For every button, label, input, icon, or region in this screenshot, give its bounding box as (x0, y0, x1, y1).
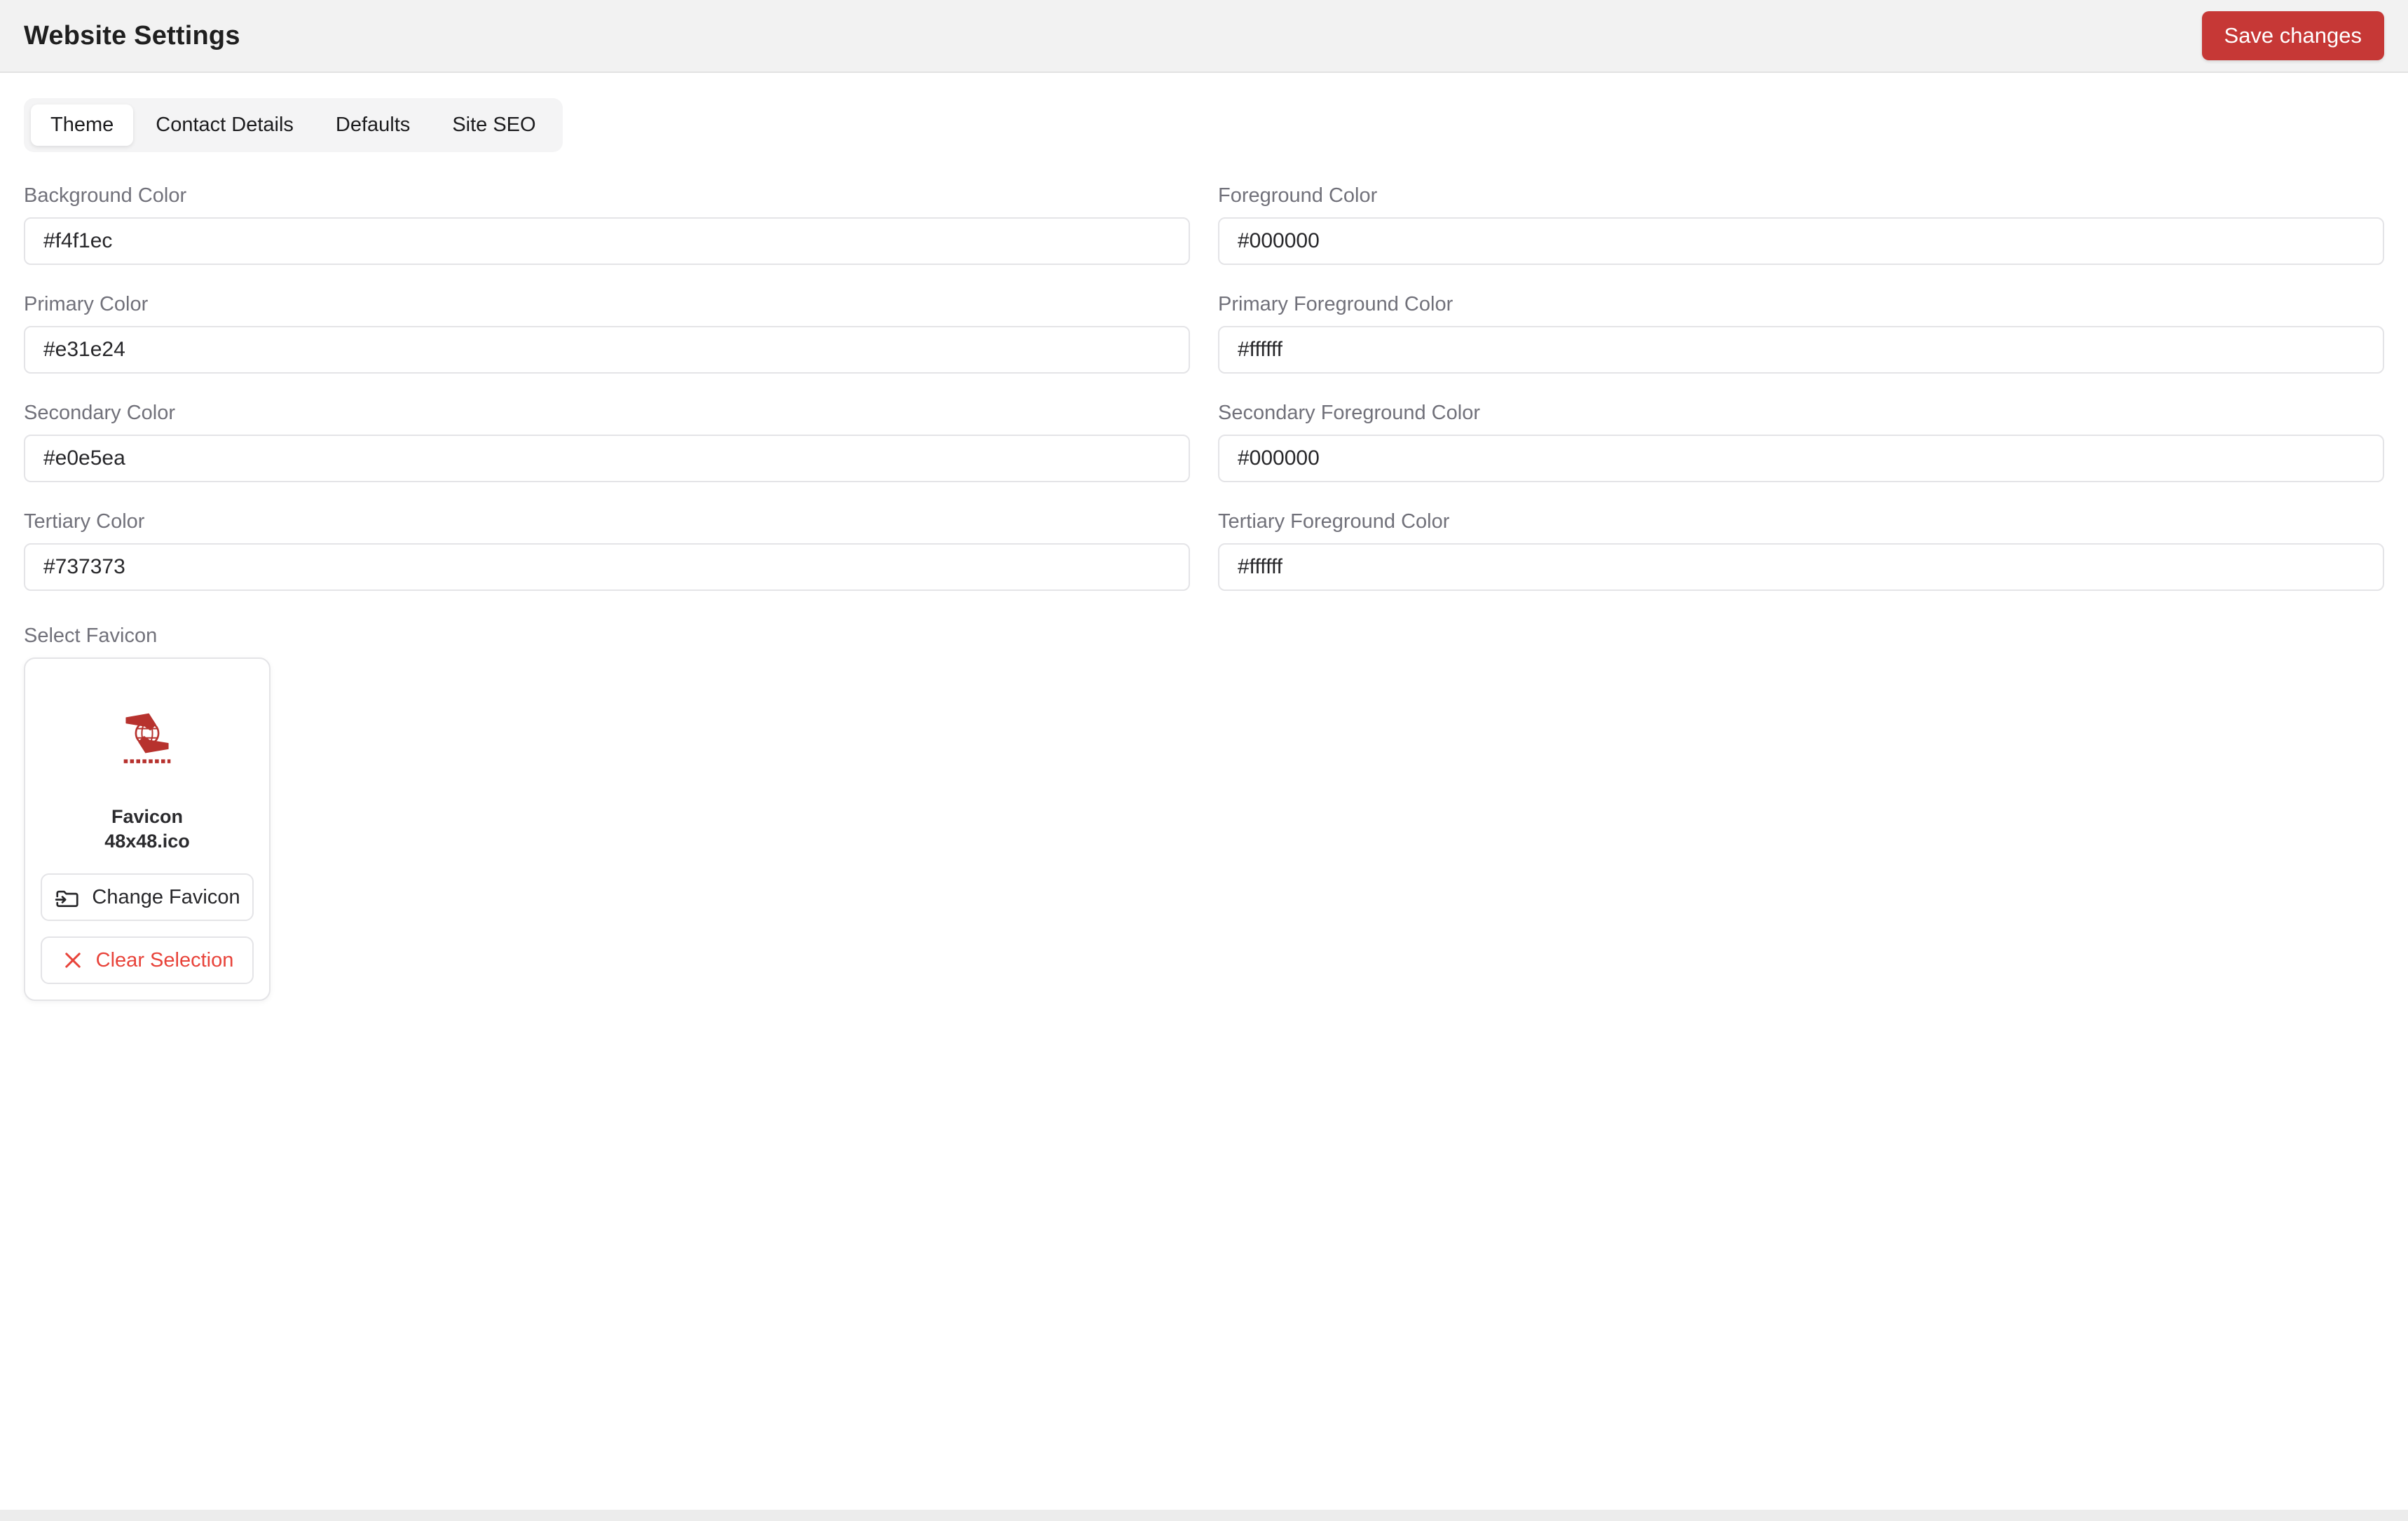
foreground-color-input[interactable] (1218, 217, 2384, 265)
field-tertiary-color: Tertiary Color (24, 510, 1190, 591)
secondary-color-label: Secondary Color (24, 402, 175, 424)
website-settings-page: Website Settings Save changes Theme Cont… (0, 0, 2408, 1510)
primary-foreground-color-label: Primary Foreground Color (1218, 293, 1453, 315)
secondary-foreground-color-input[interactable] (1218, 435, 2384, 482)
red-globe-ribbon-logo (123, 713, 171, 763)
primary-foreground-color-input[interactable] (1218, 326, 2384, 374)
background-color-input[interactable] (24, 217, 1190, 265)
tertiary-foreground-color-input[interactable] (1218, 543, 2384, 591)
tertiary-color-input[interactable] (24, 543, 1190, 591)
field-secondary-foreground-color: Secondary Foreground Color (1218, 402, 2384, 482)
tab-defaults[interactable]: Defaults (316, 104, 430, 146)
tab-theme[interactable]: Theme (31, 104, 134, 146)
change-favicon-button[interactable]: Change Favicon (41, 873, 254, 921)
field-background-color: Background Color (24, 184, 1190, 265)
folder-move-icon (54, 884, 81, 910)
primary-color-input[interactable] (24, 326, 1190, 374)
clear-selection-button[interactable]: Clear Selection (41, 936, 254, 984)
foreground-color-label: Foreground Color (1218, 184, 1378, 207)
field-secondary-color: Secondary Color (24, 402, 1190, 482)
tab-contact-details[interactable]: Contact Details (136, 104, 313, 146)
favicon-file-name-line1: Favicon (111, 806, 184, 827)
field-primary-color: Primary Color (24, 293, 1190, 374)
page-title: Website Settings (24, 20, 240, 50)
favicon-preview-image (41, 674, 254, 805)
save-changes-button[interactable]: Save changes (2201, 11, 2384, 60)
tertiary-color-label: Tertiary Color (24, 510, 145, 533)
favicon-file-name-line2: 48x48.ico (104, 831, 190, 852)
background-color-label: Background Color (24, 184, 187, 207)
field-primary-foreground-color: Primary Foreground Color (1218, 293, 2384, 374)
settings-tabbar: Theme Contact Details Defaults Site SEO (24, 98, 563, 152)
change-favicon-label: Change Favicon (92, 885, 240, 908)
tertiary-foreground-color-label: Tertiary Foreground Color (1218, 510, 1450, 533)
tab-site-seo[interactable]: Site SEO (432, 104, 555, 146)
main-content: Theme Contact Details Defaults Site SEO … (0, 73, 2408, 1001)
field-tertiary-foreground-color: Tertiary Foreground Color (1218, 510, 2384, 591)
header-bar: Website Settings Save changes (0, 0, 2408, 73)
theme-color-fields: Background Color Foreground Color Primar… (24, 184, 2384, 591)
field-foreground-color: Foreground Color (1218, 184, 2384, 265)
secondary-color-input[interactable] (24, 435, 1190, 482)
clear-selection-label: Clear Selection (95, 948, 234, 971)
select-favicon-label: Select Favicon (24, 625, 158, 647)
secondary-foreground-color-label: Secondary Foreground Color (1218, 402, 1480, 424)
favicon-file-name: Favicon 48x48.ico (41, 805, 254, 854)
primary-color-label: Primary Color (24, 293, 149, 315)
close-icon (61, 948, 85, 972)
favicon-card: Favicon 48x48.ico Change Favicon Clear S… (24, 657, 271, 1001)
